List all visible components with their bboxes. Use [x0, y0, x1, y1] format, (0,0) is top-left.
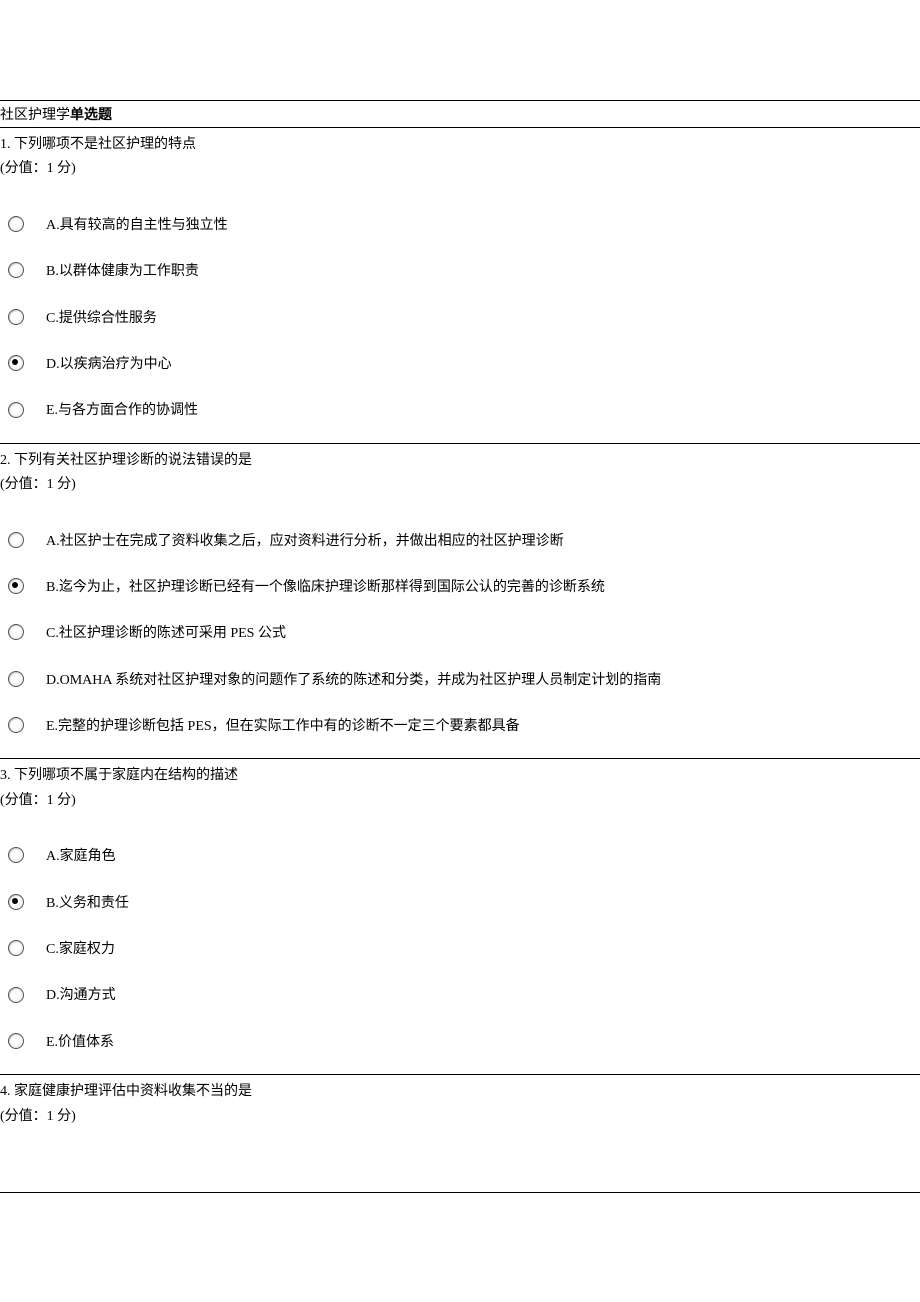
radio-icon[interactable] — [8, 940, 24, 956]
radio-icon[interactable] — [8, 671, 24, 687]
option-row[interactable]: A.家庭角色 — [0, 832, 920, 878]
option-label: E.价值体系 — [46, 1028, 114, 1054]
option-label: B.迄今为止，社区护理诊断已经有一个像临床护理诊断那样得到国际公认的完善的诊断系… — [46, 573, 605, 599]
option-row[interactable]: D.沟通方式 — [0, 971, 920, 1017]
page-container: 社区护理学单选题 1. 下列哪项不是社区护理的特点 (分值：1 分) A.具有较… — [0, 0, 920, 1193]
radio-icon-selected[interactable] — [8, 894, 24, 910]
options-list: A.家庭角色 B.义务和责任 C.家庭权力 D.沟通方式 E.价值体系 — [0, 816, 920, 1074]
option-label: A.社区护士在完成了资料收集之后，应对资料进行分析，并做出相应的社区护理诊断 — [46, 527, 564, 553]
radio-icon-selected[interactable] — [8, 355, 24, 371]
option-label: B.以群体健康为工作职责 — [46, 257, 199, 283]
option-row[interactable]: C.提供综合性服务 — [0, 294, 920, 340]
option-row[interactable]: E.与各方面合作的协调性 — [0, 386, 920, 432]
radio-icon[interactable] — [8, 624, 24, 640]
option-row[interactable]: A.社区护士在完成了资料收集之后，应对资料进行分析，并做出相应的社区护理诊断 — [0, 517, 920, 563]
option-label: D.以疾病治疗为中心 — [46, 350, 172, 376]
section-header: 社区护理学单选题 — [0, 100, 920, 128]
options-list: A.具有较高的自主性与独立性 B.以群体健康为工作职责 C.提供综合性服务 D.… — [0, 185, 920, 443]
radio-icon-selected[interactable] — [8, 578, 24, 594]
question-stem: 下列哪项不是社区护理的特点 — [14, 137, 196, 152]
question-score: (分值：1 分) — [0, 790, 920, 816]
question-stem: 家庭健康护理评估中资料收集不当的是 — [14, 1084, 252, 1099]
option-label: D.沟通方式 — [46, 981, 116, 1007]
question-block-2: 2. 下列有关社区护理诊断的说法错误的是 (分值：1 分) A.社区护士在完成了… — [0, 444, 920, 760]
option-label: A.家庭角色 — [46, 842, 116, 868]
radio-icon[interactable] — [8, 262, 24, 278]
option-row[interactable]: A.具有较高的自主性与独立性 — [0, 201, 920, 247]
question-block-3: 3. 下列哪项不属于家庭内在结构的描述 (分值：1 分) A.家庭角色 B.义务… — [0, 759, 920, 1075]
question-text: 1. 下列哪项不是社区护理的特点 — [0, 128, 920, 158]
radio-icon[interactable] — [8, 532, 24, 548]
option-label: E.与各方面合作的协调性 — [46, 396, 198, 422]
question-score: (分值：1 分) — [0, 158, 920, 184]
option-row[interactable]: B.以群体健康为工作职责 — [0, 247, 920, 293]
option-row[interactable]: C.社区护理诊断的陈述可采用 PES 公式 — [0, 609, 920, 655]
question-number: 4. — [0, 1084, 11, 1099]
option-row[interactable]: C.家庭权力 — [0, 925, 920, 971]
option-label: C.社区护理诊断的陈述可采用 PES 公式 — [46, 619, 286, 645]
question-number: 2. — [0, 453, 11, 468]
option-label: D.OMAHA 系统对社区护理对象的问题作了系统的陈述和分类，并成为社区护理人员… — [46, 666, 661, 692]
option-row[interactable]: B.迄今为止，社区护理诊断已经有一个像临床护理诊断那样得到国际公认的完善的诊断系… — [0, 563, 920, 609]
question-block-1: 1. 下列哪项不是社区护理的特点 (分值：1 分) A.具有较高的自主性与独立性… — [0, 128, 920, 444]
header-prefix: 社区护理学 — [0, 108, 70, 123]
radio-icon[interactable] — [8, 309, 24, 325]
question-number: 1. — [0, 137, 11, 152]
radio-icon[interactable] — [8, 987, 24, 1003]
option-label: A.具有较高的自主性与独立性 — [46, 211, 228, 237]
question-text: 3. 下列哪项不属于家庭内在结构的描述 — [0, 759, 920, 789]
question-stem: 下列哪项不属于家庭内在结构的描述 — [14, 768, 238, 783]
radio-icon[interactable] — [8, 216, 24, 232]
option-label: B.义务和责任 — [46, 889, 129, 915]
question-text: 4. 家庭健康护理评估中资料收集不当的是 — [0, 1075, 920, 1105]
question-stem: 下列有关社区护理诊断的说法错误的是 — [14, 453, 252, 468]
question-score: (分值：1 分) — [0, 1106, 920, 1132]
option-row[interactable]: E.价值体系 — [0, 1018, 920, 1064]
header-suffix: 单选题 — [70, 108, 112, 123]
question-block-4: 4. 家庭健康护理评估中资料收集不当的是 (分值：1 分) — [0, 1075, 920, 1193]
page-footer-line — [0, 1132, 920, 1193]
option-label: C.家庭权力 — [46, 935, 115, 961]
option-row[interactable]: D.OMAHA 系统对社区护理对象的问题作了系统的陈述和分类，并成为社区护理人员… — [0, 656, 920, 702]
option-label: C.提供综合性服务 — [46, 304, 157, 330]
question-score: (分值：1 分) — [0, 474, 920, 500]
option-label: E.完整的护理诊断包括 PES，但在实际工作中有的诊断不一定三个要素都具备 — [46, 712, 520, 738]
radio-icon[interactable] — [8, 402, 24, 418]
option-row[interactable]: B.义务和责任 — [0, 879, 920, 925]
question-number: 3. — [0, 768, 11, 783]
option-row[interactable]: E.完整的护理诊断包括 PES，但在实际工作中有的诊断不一定三个要素都具备 — [0, 702, 920, 748]
question-text: 2. 下列有关社区护理诊断的说法错误的是 — [0, 444, 920, 474]
option-row[interactable]: D.以疾病治疗为中心 — [0, 340, 920, 386]
radio-icon[interactable] — [8, 1033, 24, 1049]
radio-icon[interactable] — [8, 847, 24, 863]
radio-icon[interactable] — [8, 717, 24, 733]
options-list: A.社区护士在完成了资料收集之后，应对资料进行分析，并做出相应的社区护理诊断 B… — [0, 501, 920, 759]
